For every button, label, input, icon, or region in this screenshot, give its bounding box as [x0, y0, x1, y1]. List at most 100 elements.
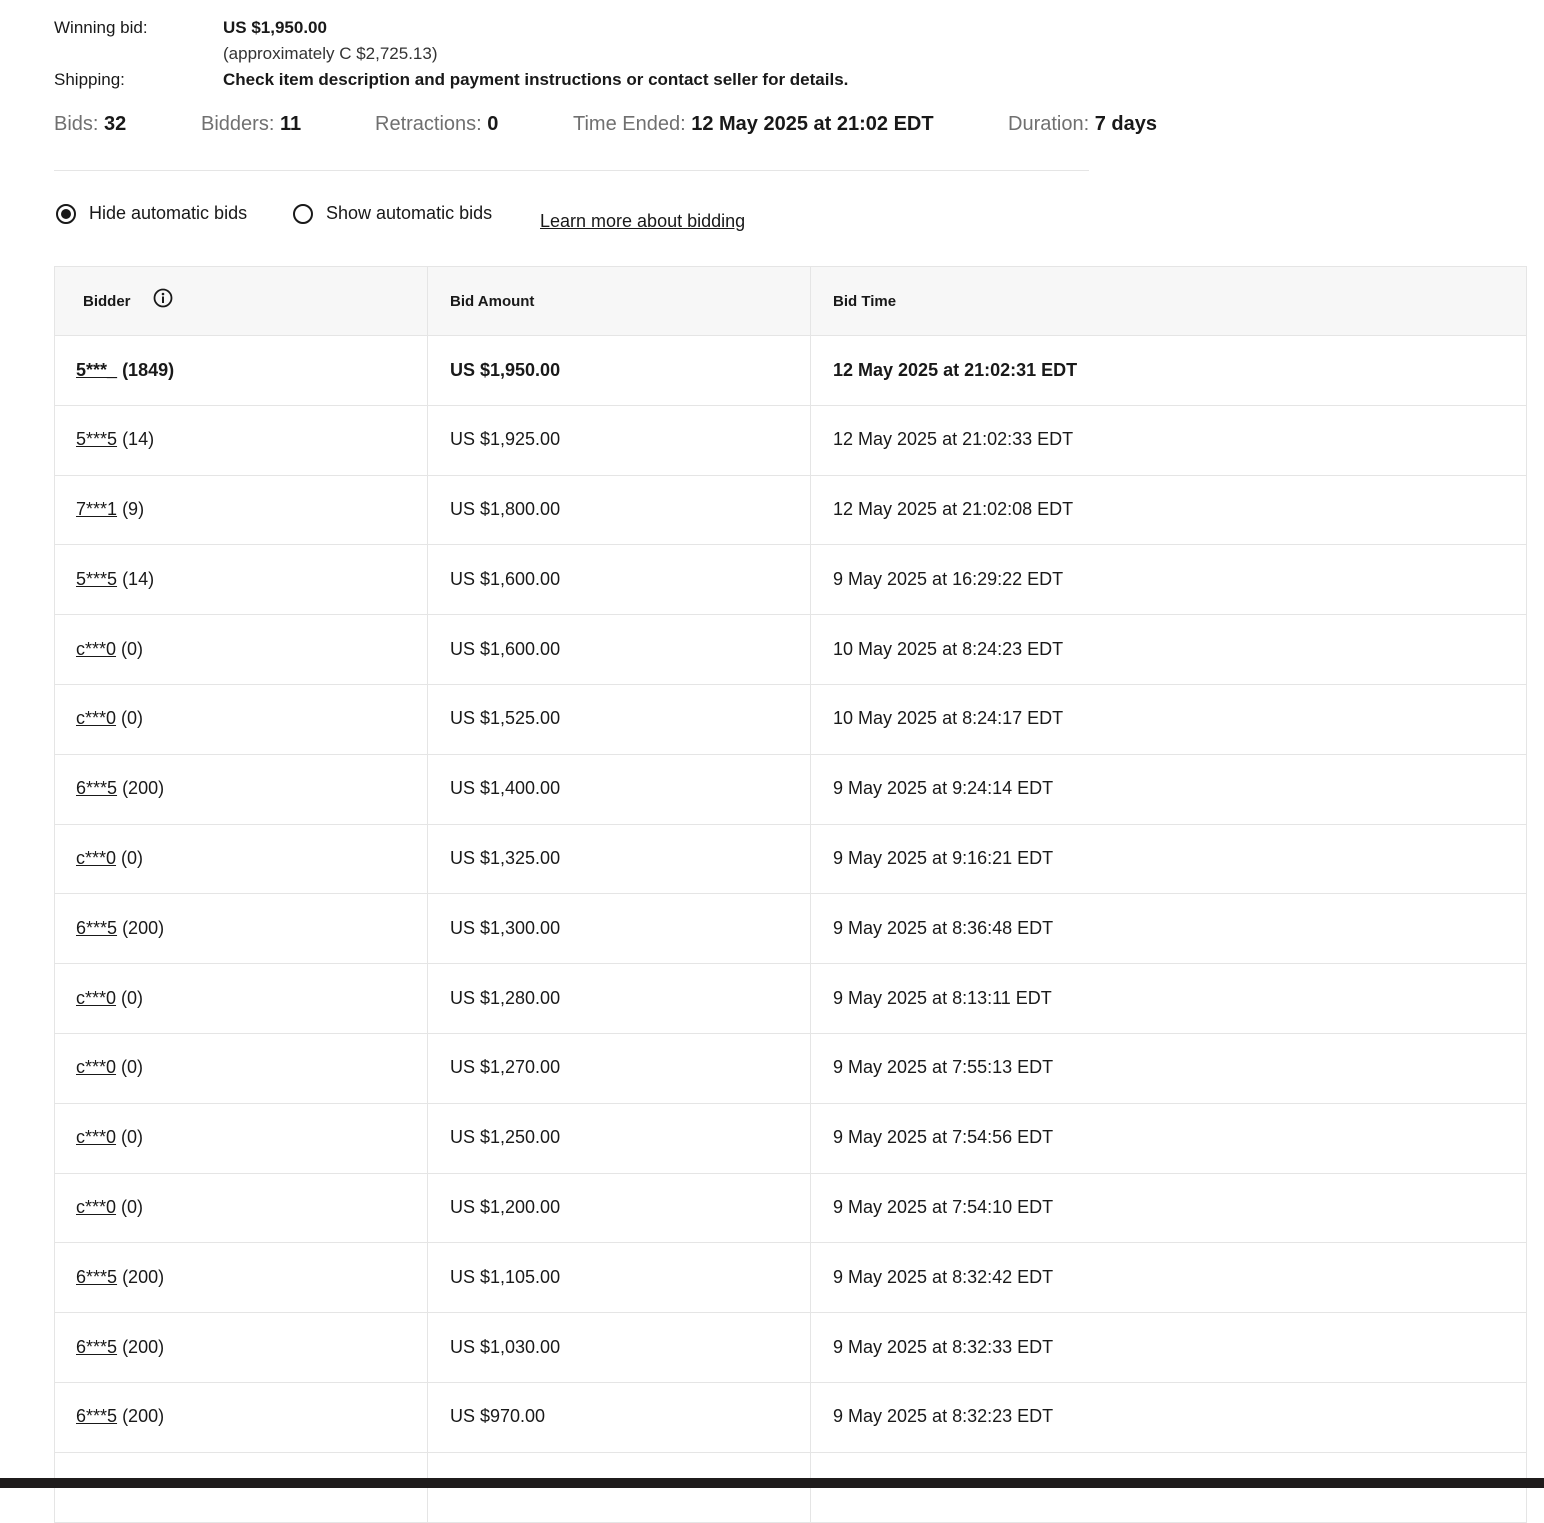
stat-duration-value: 7 days [1094, 113, 1157, 135]
bid-amount-cell: US $1,300.00 [450, 917, 561, 938]
col-divider [810, 475, 811, 545]
bidder-cell: 5***5 (14) [76, 545, 154, 613]
bidder-cell: 5***_ (1849) [76, 336, 174, 404]
bid-amount-cell: US $1,200.00 [450, 1197, 561, 1218]
bidder-link[interactable]: 6***5 [76, 778, 117, 799]
bid-amount-cell: US $1,950.00 [450, 359, 561, 380]
bidder-link[interactable]: 6***5 [76, 1267, 117, 1288]
stat-time-ended-label: Time Ended: [573, 113, 686, 135]
bidder-feedback: (0) [121, 1127, 144, 1148]
header-col-divider [810, 267, 811, 335]
table-row: 6***5 (200) US $1,300.00 9 May 2025 at 8:3… [54, 894, 1527, 965]
auction-stats: Bids: 32 Bidders: 11 Retractions: 0 Time… [54, 113, 1454, 139]
col-divider [427, 545, 428, 615]
col-divider [427, 964, 428, 1033]
bid-amount-cell: US $1,400.00 [450, 778, 561, 799]
table-header: Bidder Bid Amount Bid Time [54, 266, 1527, 336]
col-divider [427, 1103, 428, 1173]
winning-bid-approx: (approximately C $2,725.13) [223, 44, 438, 63]
bidder-feedback: (14) [122, 429, 155, 450]
bidder-feedback: (200) [122, 917, 165, 938]
bidder-feedback: (200) [122, 1266, 165, 1287]
table-row: c***0 (0) US $1,600.00 10 May 2025 at 8:24… [54, 615, 1527, 685]
bid-amount-cell: US $1,250.00 [450, 1127, 561, 1148]
bidder-cell: c***0 (0) [76, 1034, 143, 1102]
bidder-link[interactable]: c***0 [76, 1127, 116, 1148]
bidder-link[interactable]: c***0 [76, 988, 116, 1009]
stat-bidders: Bidders: 11 [201, 113, 301, 136]
bidder-link[interactable]: c***0 [76, 1197, 116, 1218]
bid-time-cell: 12 May 2025 at 21:02:08 EDT [833, 499, 1074, 520]
bid-time-cell: 9 May 2025 at 9:16:21 EDT [833, 848, 1054, 869]
bid-time-cell: 12 May 2025 at 21:02:31 EDT [833, 359, 1078, 380]
shipping-label: Shipping: [54, 70, 125, 89]
bidder-cell: 7***1 (9) [76, 476, 144, 544]
shipping-value: Check item description and payment instr… [223, 70, 849, 89]
bidder-cell: 6***5 (200) [76, 755, 164, 823]
bid-time-cell: 9 May 2025 at 7:54:56 EDT [833, 1127, 1054, 1148]
stat-duration: Duration: 7 days [1008, 113, 1157, 136]
bidder-link[interactable]: 7***1 [76, 499, 117, 520]
show-automatic-bids-radio[interactable] [293, 203, 313, 224]
header-bidder-label: Bidder [83, 292, 131, 310]
bidder-link[interactable]: c***0 [76, 1057, 116, 1078]
bid-amount-cell: US $1,800.00 [450, 499, 561, 520]
stat-retractions-value: 0 [487, 113, 499, 135]
table-row: 5***5 (14) US $1,600.00 9 May 2025 at 16:2… [54, 545, 1527, 616]
show-automatic-bids-option[interactable]: Show automatic bids [293, 203, 492, 224]
bidder-link[interactable]: 5***_ [76, 360, 117, 381]
bidder-feedback: (0) [121, 1057, 144, 1078]
bid-time-cell: 10 May 2025 at 8:24:17 EDT [833, 708, 1064, 729]
col-divider [810, 405, 811, 475]
bidder-cell: c***0 (0) [76, 964, 143, 1032]
col-divider [810, 894, 811, 964]
stat-time-ended: Time Ended: 12 May 2025 at 21:02 EDT [573, 113, 934, 136]
stat-bids-value: 32 [104, 113, 127, 135]
table-body: 5***_ (1849) US $1,950.00 12 May 2025 at 2… [54, 336, 1527, 1523]
os-taskbar [0, 1478, 1544, 1488]
bidder-cell: 6***5 (200) [76, 1313, 164, 1381]
table-row: 6***5 (200) US $970.00 9 May 2025 at 8:32:… [54, 1382, 1527, 1453]
stat-bidders-value: 11 [279, 113, 302, 135]
bidder-link[interactable]: 6***5 [76, 1406, 117, 1427]
hide-automatic-bids-radio[interactable] [56, 203, 76, 224]
col-divider [810, 754, 811, 824]
bidder-feedback: (0) [121, 708, 144, 729]
table-row: 6***5 (200) US $1,030.00 9 May 2025 at 8:3… [54, 1313, 1527, 1383]
bidder-link[interactable]: 6***5 [76, 918, 117, 939]
bidder-link[interactable]: 5***5 [76, 429, 117, 450]
table-row: 5***_ (1849) US $1,950.00 12 May 2025 at 2… [54, 336, 1527, 406]
info-icon[interactable] [153, 288, 173, 308]
col-divider [810, 1173, 811, 1243]
bidder-link[interactable]: 6***5 [76, 1337, 117, 1358]
bid-amount-cell: US $1,525.00 [450, 708, 561, 729]
bidder-link[interactable]: 5***5 [76, 569, 117, 590]
col-divider [810, 336, 811, 405]
stat-retractions-label: Retractions: [375, 113, 482, 135]
bidder-feedback: (0) [121, 987, 144, 1008]
table-row: 6***5 (200) US $1,400.00 9 May 2025 at 9:2… [54, 754, 1527, 825]
bid-amount-cell: US $970.00 [450, 1406, 546, 1427]
bidder-cell: c***0 (0) [76, 825, 143, 893]
bidder-link[interactable]: c***0 [76, 639, 116, 660]
bid-amount-cell: US $1,270.00 [450, 1057, 561, 1078]
header-bidder: Bidder [83, 267, 173, 335]
stat-bids: Bids: 32 [54, 113, 126, 136]
col-divider [427, 1382, 428, 1452]
bid-amount-cell: US $1,280.00 [450, 987, 561, 1008]
table-row: c***0 (0) US $1,325.00 9 May 2025 at 9:16:… [54, 824, 1527, 895]
bidder-link[interactable]: c***0 [76, 848, 116, 869]
bidder-feedback: (200) [122, 1406, 165, 1427]
bidder-feedback: (14) [122, 568, 155, 589]
hide-automatic-bids-option[interactable]: Hide automatic bids [56, 203, 247, 224]
bid-time-cell: 10 May 2025 at 8:24:23 EDT [833, 638, 1064, 659]
stat-bidders-label: Bidders: [201, 113, 275, 135]
learn-more-link[interactable]: Learn more about bidding [540, 211, 745, 232]
bidder-link[interactable]: c***0 [76, 708, 116, 729]
bidder-cell: c***0 (0) [76, 1174, 143, 1242]
col-divider [810, 1382, 811, 1452]
col-divider [810, 684, 811, 754]
bid-time-cell: 9 May 2025 at 8:32:33 EDT [833, 1336, 1054, 1357]
bid-time-cell: 9 May 2025 at 8:32:42 EDT [833, 1266, 1054, 1287]
header-bid-amount: Bid Amount [450, 292, 535, 310]
